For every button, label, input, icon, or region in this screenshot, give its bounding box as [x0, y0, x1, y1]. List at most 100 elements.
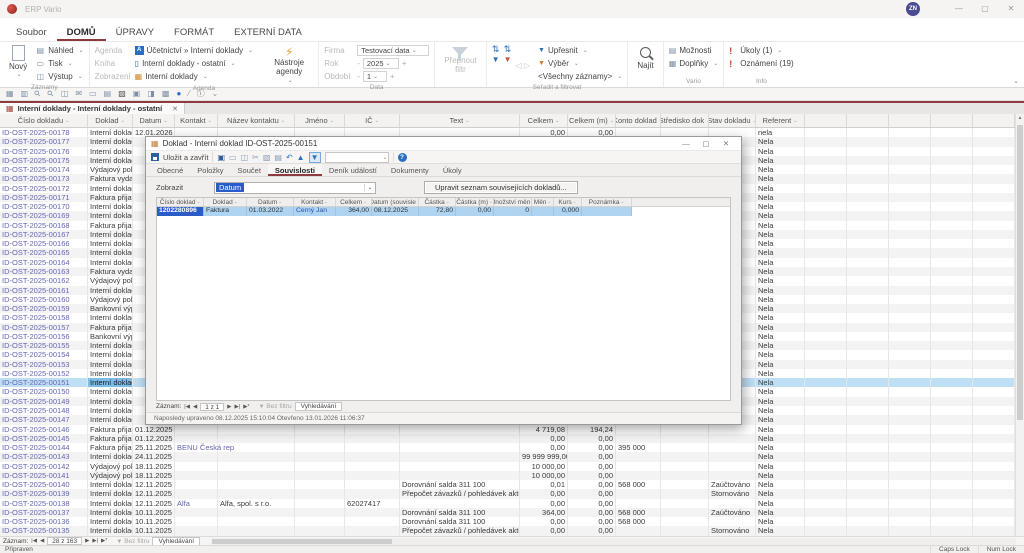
- grid-cell[interactable]: Nela: [756, 304, 805, 313]
- grid-cell[interactable]: ID-OST-2025-00152: [0, 369, 88, 378]
- grid-cell[interactable]: ID-OST-2025-00139: [0, 489, 88, 498]
- agenda-tab[interactable]: ▦ Interní doklady - Interní doklady - os…: [0, 103, 185, 114]
- grid-cell[interactable]: [616, 471, 661, 480]
- grid-cell[interactable]: [889, 239, 931, 248]
- grid-cell[interactable]: [709, 471, 756, 480]
- maximize-button[interactable]: ▢: [972, 0, 998, 18]
- edit-related-list-button[interactable]: Upravit seznam souvisejících dokladů...: [424, 181, 578, 194]
- grid-cell[interactable]: Interní doklad: [88, 360, 133, 369]
- grid-cell[interactable]: [931, 295, 973, 304]
- grid-cell[interactable]: [805, 313, 847, 322]
- grid-cell[interactable]: [345, 443, 400, 452]
- grid-cell[interactable]: [661, 499, 709, 508]
- dialog-grid-cell[interactable]: Faktura: [204, 207, 247, 216]
- grid-cell[interactable]: [661, 526, 709, 535]
- grid-cell[interactable]: Nela: [756, 489, 805, 498]
- grid-cell[interactable]: [931, 415, 973, 424]
- dialog-close-button[interactable]: ✕: [716, 139, 736, 148]
- grid-cell[interactable]: Interní doklad: [88, 211, 133, 220]
- grid-cell[interactable]: [931, 332, 973, 341]
- grid-cell[interactable]: [931, 156, 973, 165]
- grid-cell[interactable]: [973, 425, 1015, 434]
- dialog-filter-status[interactable]: ▼ Bez filtru: [259, 403, 292, 410]
- grid-cell[interactable]: Interní doklad: [88, 480, 133, 489]
- sort-arrow-icon[interactable]: ⌄: [547, 199, 551, 205]
- grid-cell[interactable]: Nela: [756, 387, 805, 396]
- grid-cell[interactable]: [805, 415, 847, 424]
- grid-cell[interactable]: [847, 239, 889, 248]
- grid-cell[interactable]: [889, 360, 931, 369]
- grid-cell[interactable]: Nela: [756, 517, 805, 526]
- grid-cell[interactable]: [175, 462, 218, 471]
- grid-cell[interactable]: [889, 147, 931, 156]
- grid-cell[interactable]: ID-OST-2025-00153: [0, 360, 88, 369]
- grid-cell[interactable]: [295, 499, 345, 508]
- grid-cell[interactable]: [889, 323, 931, 332]
- grid-cell[interactable]: 24.11.2025: [133, 452, 175, 461]
- grid-cell[interactable]: [889, 128, 931, 137]
- upresnit-dropdown[interactable]: ▼ Upřesnit: [538, 44, 622, 57]
- grid-cell[interactable]: [345, 434, 400, 443]
- minimize-button[interactable]: —: [946, 0, 972, 18]
- grid-cell[interactable]: [931, 313, 973, 322]
- grid-cell[interactable]: [931, 350, 973, 359]
- grid-cell[interactable]: Interní doklad: [88, 202, 133, 211]
- sort-asc-icon[interactable]: ▲: [297, 153, 305, 162]
- grid-cell[interactable]: [889, 462, 931, 471]
- grid-cell[interactable]: Interní doklad: [88, 128, 133, 137]
- close-button[interactable]: ✕: [998, 0, 1024, 18]
- grid-cell[interactable]: [616, 499, 661, 508]
- grid-cell[interactable]: Interní doklad: [88, 517, 133, 526]
- dialog-grid-cell[interactable]: Černý Jan: [294, 207, 336, 216]
- grid-cell[interactable]: [400, 471, 520, 480]
- grid-cell[interactable]: [931, 369, 973, 378]
- grid-cell[interactable]: [973, 508, 1015, 517]
- grid-cell[interactable]: 18.11.2025: [133, 462, 175, 471]
- grid-cell[interactable]: [889, 387, 931, 396]
- grid-cell[interactable]: ID-OST-2025-00158: [0, 313, 88, 322]
- grid-cell[interactable]: [889, 415, 931, 424]
- rok-plus-button[interactable]: +: [402, 59, 407, 68]
- grid-cell[interactable]: [805, 295, 847, 304]
- grid-cell[interactable]: 12.11.2025: [133, 489, 175, 498]
- grid-cell[interactable]: Faktura přijatá: [88, 443, 133, 452]
- sort-arrow-icon[interactable]: ⌄: [375, 118, 379, 124]
- grid-cell[interactable]: [295, 443, 345, 452]
- grid-cell[interactable]: 62027417: [345, 499, 400, 508]
- dialog-column-header[interactable]: Doklad⌄: [204, 198, 247, 206]
- dialog-grid-cell[interactable]: 01.03.2022: [247, 207, 294, 216]
- grid-cell[interactable]: 0,00: [568, 452, 616, 461]
- grid-cell[interactable]: [889, 526, 931, 535]
- grid-cell[interactable]: Nela: [756, 350, 805, 359]
- column-header[interactable]: [973, 114, 1015, 127]
- grid-cell[interactable]: 0,00: [520, 526, 568, 535]
- table-row[interactable]: ID-OST-2025-00138Interní doklad12.11.202…: [0, 499, 1015, 508]
- grid-cell[interactable]: ID-OST-2025-00147: [0, 415, 88, 424]
- grid-cell[interactable]: [973, 128, 1015, 137]
- grid-cell[interactable]: ID-OST-2025-00135: [0, 526, 88, 535]
- grid-cell[interactable]: [400, 452, 520, 461]
- grid-cell[interactable]: [973, 397, 1015, 406]
- grid-cell[interactable]: [931, 248, 973, 257]
- sort-arrow-icon[interactable]: ⌄: [65, 118, 69, 124]
- grid-cell[interactable]: [345, 452, 400, 461]
- grid-cell[interactable]: Bankovní výpis: [88, 304, 133, 313]
- grid-cell[interactable]: [973, 406, 1015, 415]
- grid-cell[interactable]: Faktura přijatá: [88, 434, 133, 443]
- new-record-button-nav[interactable]: ▶*: [101, 538, 107, 544]
- grid-cell[interactable]: ID-OST-2025-00159: [0, 304, 88, 313]
- kniha-dropdown[interactable]: ▯Interní doklady - ostatní: [135, 57, 254, 70]
- grid-cell[interactable]: [973, 387, 1015, 396]
- dialog-grid-cell[interactable]: [532, 207, 554, 216]
- grid-cell[interactable]: Interní doklad: [88, 526, 133, 535]
- grid-cell[interactable]: [847, 489, 889, 498]
- grid-cell[interactable]: [805, 286, 847, 295]
- dialog-first-record-button[interactable]: |◀: [184, 404, 190, 410]
- user-avatar[interactable]: ZN: [906, 2, 920, 16]
- grid-cell[interactable]: [931, 360, 973, 369]
- grid-cell[interactable]: Zaúčtováno: [709, 480, 756, 489]
- grid-cell[interactable]: [889, 489, 931, 498]
- dialog-column-header[interactable]: Množství měn⌄: [494, 198, 532, 206]
- grid-cell[interactable]: Nela: [756, 471, 805, 480]
- grid-cell[interactable]: Interní doklad: [88, 341, 133, 350]
